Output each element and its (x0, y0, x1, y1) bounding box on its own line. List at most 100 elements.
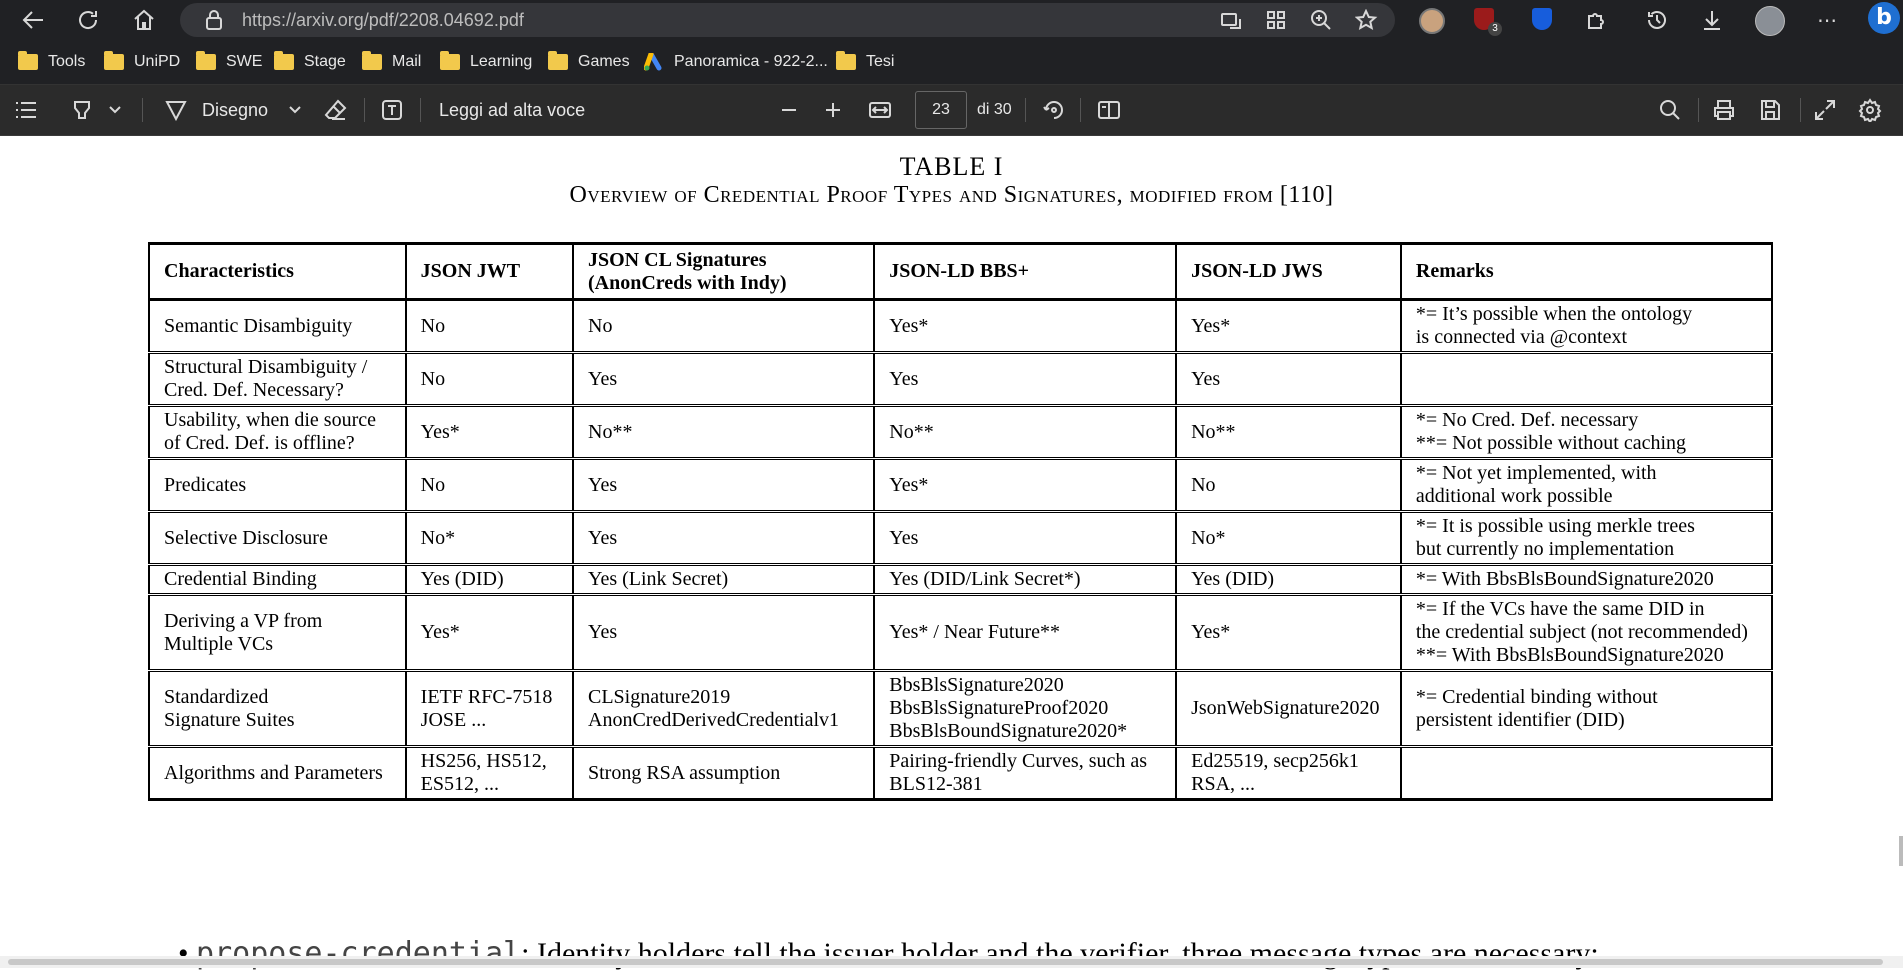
extensions-grid-icon[interactable] (1265, 10, 1287, 30)
bookmark-label[interactable]: Panoramica - 922-2... (674, 53, 828, 71)
folder-icon (362, 51, 382, 70)
url-bar[interactable]: https://arxiv.org/pdf/2208.04692.pdf (180, 3, 1395, 37)
table-cell: No (571, 299, 876, 353)
copilot-icon[interactable]: b (1868, 2, 1900, 34)
bookmark-label[interactable]: Mail (392, 53, 421, 71)
home-icon[interactable] (132, 8, 156, 32)
table-cell: Yes (571, 511, 876, 565)
app-available-icon[interactable] (1220, 10, 1242, 30)
chevron-down-icon[interactable] (108, 103, 122, 117)
bookmark-learning[interactable]: Learning (440, 50, 532, 74)
url-text[interactable]: https://arxiv.org/pdf/2208.04692.pdf (242, 3, 524, 37)
table-cell: *= It is possible using merkle trees but … (1399, 511, 1774, 565)
vertical-scroll-indicator[interactable] (1899, 836, 1903, 866)
scrollbar-thumb[interactable] (8, 959, 1883, 965)
table-cell: JsonWebSignature2020 (1175, 670, 1402, 747)
zoom-out-icon[interactable] (778, 99, 800, 121)
browser-address-bar: https://arxiv.org/pdf/2208.04692.pdf 3 ⋯… (0, 0, 1903, 40)
pdf-page: TABLE I Overview of Credential Proof Typ… (0, 136, 1903, 971)
table-row: Predicates No Yes Yes* No *= Not yet implemen… (148, 458, 1774, 512)
back-icon[interactable] (20, 9, 46, 31)
bookmark-unipd[interactable]: UniPD (104, 50, 180, 74)
draw-label[interactable]: Disegno (202, 85, 268, 135)
draw-pen-icon[interactable] (164, 98, 188, 122)
more-menu-icon[interactable]: ⋯ (1815, 8, 1839, 32)
search-icon[interactable] (1658, 98, 1682, 122)
table-cell: Yes* (873, 299, 1178, 353)
bookmark-label[interactable]: Stage (304, 53, 346, 71)
bookmark-label[interactable]: UniPD (134, 53, 180, 71)
table-row: Deriving a VP from Multiple VCs Yes* Yes Yes… (148, 594, 1774, 671)
bookmark-label[interactable]: SWE (226, 53, 262, 71)
extension-face-icon[interactable] (1419, 8, 1445, 34)
table-cell: Deriving a VP from Multiple VCs (148, 594, 407, 671)
separator (1698, 98, 1699, 122)
horizontal-scrollbar[interactable] (0, 956, 1903, 968)
fit-width-icon[interactable] (868, 99, 892, 121)
bookmarks-bar: Tools UniPD SWE Stage Mail Learning Game… (0, 40, 1903, 85)
bookmark-mail[interactable]: Mail (362, 50, 421, 74)
favorite-star-icon[interactable] (1355, 9, 1379, 31)
table-row: Selective Disclosure No* Yes Yes No* *= It is… (148, 511, 1774, 565)
bitwarden-icon[interactable] (1532, 8, 1552, 30)
table-cell: Yes* (404, 594, 575, 671)
zoom-in-icon[interactable] (822, 99, 844, 121)
table-cell: HS256, HS512, ES512, ... (404, 746, 575, 800)
highlight-icon[interactable] (70, 98, 94, 122)
separator (1080, 98, 1081, 122)
extensions-puzzle-icon[interactable] (1585, 8, 1609, 32)
table-cell: No (404, 458, 575, 512)
zoom-icon[interactable] (1310, 10, 1332, 30)
rotate-icon[interactable] (1042, 98, 1066, 122)
table-caption-text: Overview of Credential Proof Types and S… (569, 182, 1280, 208)
bookmark-label[interactable]: Tools (48, 53, 85, 71)
citation-link[interactable]: [110] (1280, 182, 1334, 208)
lock-icon[interactable] (204, 10, 224, 30)
page-number-input[interactable]: 23 (915, 91, 967, 129)
settings-gear-icon[interactable] (1858, 98, 1882, 122)
header-cell: JSON-LD BBS+ (873, 242, 1178, 301)
refresh-icon[interactable] (76, 8, 100, 32)
folder-icon (836, 51, 856, 70)
bookmark-panoramica[interactable]: Panoramica - 922-2... (644, 50, 828, 74)
text-box-icon[interactable] (380, 98, 404, 122)
table-cell: Yes (DID) (1175, 564, 1402, 595)
table-cell: *= No Cred. Def. necessary **= Not possib… (1399, 405, 1774, 459)
table-cell: Strong RSA assumption (571, 746, 876, 800)
bookmark-label[interactable]: Games (578, 53, 630, 71)
chevron-down-icon[interactable] (288, 103, 302, 117)
download-icon[interactable] (1700, 8, 1724, 32)
page-view-icon[interactable] (1097, 98, 1121, 122)
eraser-icon[interactable] (324, 98, 348, 122)
fullscreen-icon[interactable] (1813, 98, 1837, 122)
read-aloud-button[interactable]: Leggi ad alta voce (439, 85, 585, 135)
table-cell: Credential Binding (148, 564, 407, 595)
table-cell: No** (571, 405, 876, 459)
table-cell: CLSignature2019 AnonCredDerivedCredential… (571, 670, 876, 747)
table-cell: Yes (571, 594, 876, 671)
bookmark-stage[interactable]: Stage (274, 50, 346, 74)
separator (1025, 98, 1026, 122)
bookmark-tools[interactable]: Tools (18, 50, 85, 74)
table-cell: Yes (873, 511, 1178, 565)
bookmark-label[interactable]: Tesi (866, 53, 894, 71)
table-cell: No** (873, 405, 1178, 459)
bookmark-games[interactable]: Games (548, 50, 630, 74)
bookmark-tesi[interactable]: Tesi (836, 50, 894, 74)
folder-icon (440, 51, 460, 70)
bookmark-label[interactable]: Learning (470, 53, 532, 71)
save-icon[interactable] (1758, 98, 1782, 122)
table-cell: No* (1175, 511, 1402, 565)
table-cell: *= With BbsBlsBoundSignature2020 (1399, 564, 1774, 595)
extension-badge: 3 (1488, 22, 1502, 36)
profile-avatar[interactable] (1755, 6, 1785, 36)
bookmark-swe[interactable]: SWE (196, 50, 262, 74)
print-icon[interactable] (1712, 98, 1736, 122)
table-cell: Algorithms and Parameters (148, 746, 407, 800)
table-cell: BbsBlsSignature2020 BbsBlsSignatureProof2… (873, 670, 1178, 747)
table-cell: *= It’s possible when the ontology is con… (1399, 299, 1774, 353)
history-icon[interactable] (1645, 8, 1669, 32)
table-cell (1399, 352, 1774, 406)
header-cell: Remarks (1399, 242, 1774, 301)
table-of-contents-icon[interactable] (14, 99, 38, 121)
